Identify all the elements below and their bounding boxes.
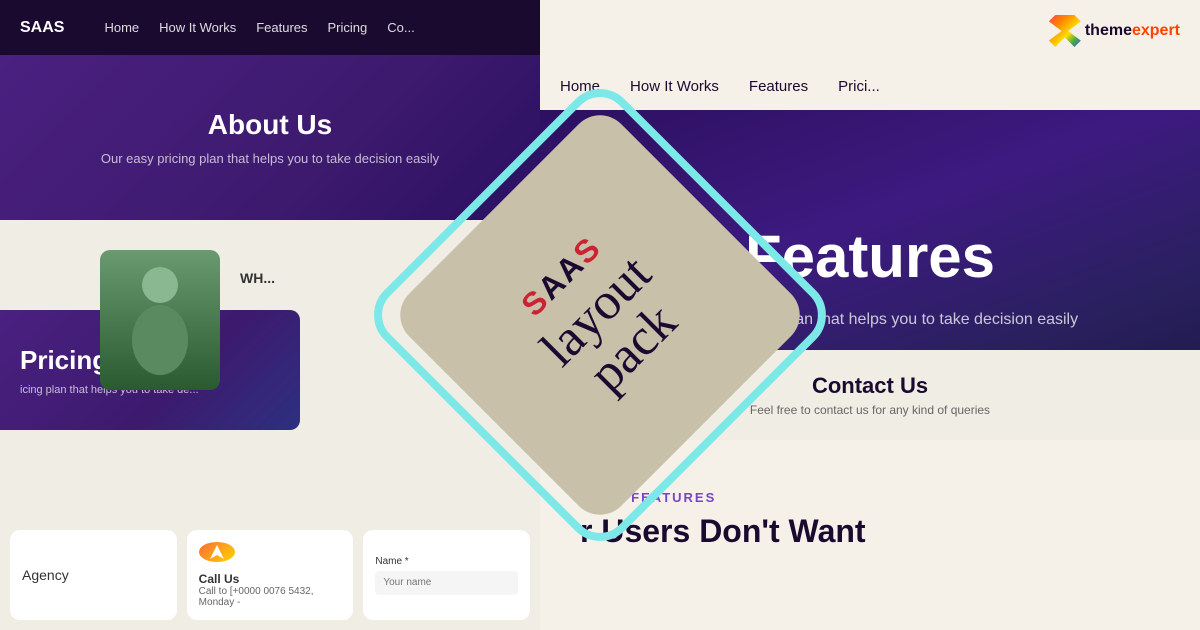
right-nav-howitworks[interactable]: How It Works <box>630 78 719 95</box>
left-nav-howitworks[interactable]: How It Works <box>159 20 236 35</box>
agency-card: Agency <box>10 530 177 620</box>
logo-x-icon <box>1049 15 1081 47</box>
form-name-label: Name * <box>375 556 518 567</box>
about-us-section: About Us Our easy pricing plan that help… <box>0 55 540 220</box>
person-image-inner <box>100 250 220 390</box>
users-dont-want-heading: r Users Don't Want <box>560 513 1180 550</box>
call-us-detail: Call to [+0000 0076 5432, Monday - <box>199 586 342 608</box>
right-nav-pricing[interactable]: Prici... <box>838 78 880 95</box>
about-us-title: About Us <box>208 109 332 141</box>
who-text: WH... <box>240 270 275 286</box>
call-us-card: Call Us Call to [+0000 0076 5432, Monday… <box>187 530 354 620</box>
form-card: Name * <box>363 530 530 620</box>
right-navbar: Home How It Works Features Prici... them… <box>540 0 1200 110</box>
left-nav-contact[interactable]: Co... <box>387 20 414 35</box>
themexpert-logo: themeexpert <box>1049 15 1180 47</box>
logo-theme: theme <box>1085 22 1132 39</box>
logo-expert: expert <box>1132 22 1180 39</box>
contact-title: Contact Us <box>812 373 928 399</box>
person-image <box>100 250 220 390</box>
logo-text: themeexpert <box>1085 22 1180 40</box>
form-name-input[interactable] <box>375 571 518 595</box>
right-nav-features[interactable]: Features <box>749 78 808 95</box>
cards-row: Agency Call Us Call to [+0000 0076 5432,… <box>0 520 540 630</box>
contact-subtitle: Feel free to contact us for any kind of … <box>750 403 990 417</box>
left-nav-home[interactable]: Home <box>104 20 139 35</box>
call-us-title: Call Us <box>199 572 342 586</box>
left-nav-features[interactable]: Features <box>256 20 307 35</box>
agency-label: Agency <box>22 567 165 583</box>
right-nav-links: Home How It Works Features Prici... <box>560 78 1180 95</box>
left-navbar: SAAS Home How It Works Features Pricing … <box>0 0 540 55</box>
left-nav-pricing[interactable]: Pricing <box>328 20 368 35</box>
left-nav-links: Home How It Works Features Pricing Co... <box>104 20 414 35</box>
about-us-subtitle: Our easy pricing plan that helps you to … <box>101 151 439 166</box>
call-icon <box>199 542 235 562</box>
left-logo: SAAS <box>20 19 64 37</box>
contact-form: Name * <box>375 556 518 595</box>
